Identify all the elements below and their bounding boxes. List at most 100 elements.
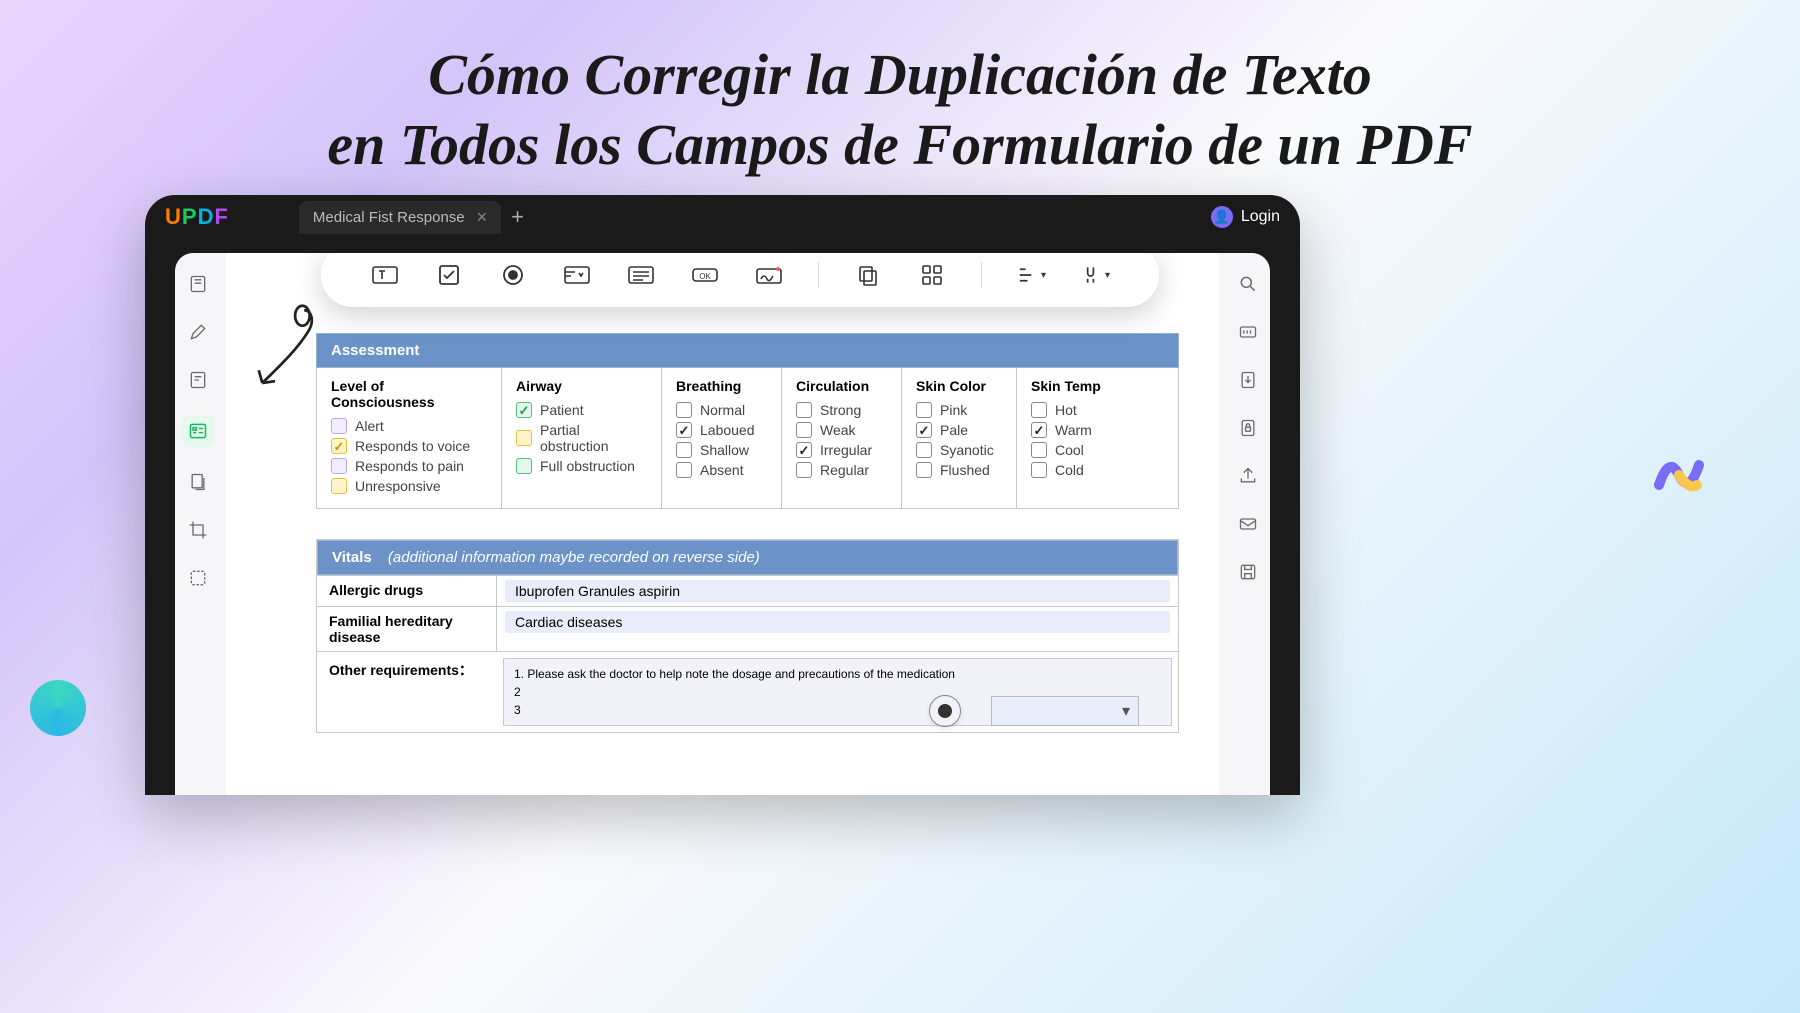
reader-icon[interactable] [185, 271, 211, 297]
workspace: OK ▾ ▾ Assessment Level of Consciousness… [175, 253, 1270, 795]
checkbox-icon[interactable] [516, 430, 532, 446]
document-tab[interactable]: Medical Fist Response × [299, 201, 501, 234]
svg-text:OK: OK [699, 272, 711, 281]
title-bar: UPDF Medical Fist Response × + 👤 Login [145, 195, 1300, 239]
email-icon[interactable] [1235, 511, 1261, 537]
signature-field-icon[interactable] [754, 262, 784, 288]
column-header: Skin Color [916, 378, 1002, 394]
vitals-header: Vitals (additional information maybe rec… [317, 540, 1178, 575]
app-logo: UPDF [165, 204, 229, 230]
ocr-icon[interactable] [1235, 319, 1261, 345]
checkbox-label: Pale [940, 422, 968, 438]
checkbox-row[interactable]: Irregular [796, 442, 887, 458]
duplicate-icon[interactable] [853, 262, 883, 288]
left-toolbar [175, 253, 220, 795]
save-icon[interactable] [1235, 559, 1261, 585]
checkbox-row[interactable]: Unresponsive [331, 478, 487, 494]
decorative-squiggle-icon [1649, 445, 1705, 501]
checkbox-row[interactable]: Patient [516, 402, 647, 418]
radio-button-icon[interactable] [498, 262, 528, 288]
checkbox-icon[interactable] [434, 262, 464, 288]
document-canvas: OK ▾ ▾ Assessment Level of Consciousness… [226, 253, 1219, 795]
checkbox-icon[interactable] [916, 442, 932, 458]
checkbox-row[interactable]: Weak [796, 422, 887, 438]
new-tab-button[interactable]: + [511, 204, 524, 230]
checkbox-label: Flushed [940, 462, 990, 478]
redact-icon[interactable] [185, 565, 211, 591]
checkbox-icon[interactable] [796, 402, 812, 418]
pages-icon[interactable] [185, 469, 211, 495]
checkbox-icon[interactable] [1031, 462, 1047, 478]
checkbox-icon[interactable] [676, 442, 692, 458]
checkbox-icon[interactable] [331, 478, 347, 494]
checkbox-label: Weak [820, 422, 856, 438]
form-widget-samples [929, 695, 1139, 727]
radio-sample[interactable] [929, 695, 961, 727]
checkbox-icon[interactable] [796, 422, 812, 438]
checkbox-icon[interactable] [331, 458, 347, 474]
checkbox-row[interactable]: Partial obstruction [516, 422, 647, 454]
vitals-row: Familial hereditary diseaseCardiac disea… [317, 606, 1178, 651]
checkbox-row[interactable]: Responds to pain [331, 458, 487, 474]
share-icon[interactable] [1235, 463, 1261, 489]
assessment-column: Skin TempHotWarmCoolCold [1017, 368, 1178, 508]
checkbox-icon[interactable] [916, 402, 932, 418]
list-box-icon[interactable] [626, 262, 656, 288]
checkbox-icon[interactable] [796, 442, 812, 458]
checkbox-row[interactable]: Strong [796, 402, 887, 418]
checkbox-icon[interactable] [796, 462, 812, 478]
text-field-icon[interactable] [370, 262, 400, 288]
checkbox-row[interactable]: Responds to voice [331, 438, 487, 454]
checkbox-icon[interactable] [676, 422, 692, 438]
close-icon[interactable]: × [477, 207, 488, 228]
checkbox-icon[interactable] [1031, 442, 1047, 458]
app-window: UPDF Medical Fist Response × + 👤 Login [145, 195, 1300, 795]
checkbox-row[interactable]: Absent [676, 462, 767, 478]
checkbox-row[interactable]: Flushed [916, 462, 1002, 478]
vitals-label: Allergic drugs [317, 576, 497, 606]
dropdown-icon[interactable] [562, 262, 592, 288]
checkbox-row[interactable]: Cold [1031, 462, 1164, 478]
search-icon[interactable] [1235, 271, 1261, 297]
checkbox-row[interactable]: Pale [916, 422, 1002, 438]
assessment-grid: Level of ConsciousnessAlertResponds to v… [316, 368, 1179, 509]
checkbox-row[interactable]: Laboued [676, 422, 767, 438]
toolbar-separator [818, 262, 819, 288]
checkbox-row[interactable]: Syanotic [916, 442, 1002, 458]
edit-text-icon[interactable] [185, 367, 211, 393]
checkbox-row[interactable]: Cool [1031, 442, 1164, 458]
checkbox-icon[interactable] [916, 462, 932, 478]
crop-icon[interactable] [185, 517, 211, 543]
checkbox-row[interactable]: Regular [796, 462, 887, 478]
convert-icon[interactable] [1235, 367, 1261, 393]
align-icon[interactable]: ▾ [1016, 262, 1046, 288]
checkbox-icon[interactable] [916, 422, 932, 438]
login-label: Login [1241, 208, 1280, 226]
form-mode-icon[interactable] [182, 415, 214, 447]
checkbox-icon[interactable] [331, 418, 347, 434]
checkbox-icon[interactable] [331, 438, 347, 454]
checkbox-icon[interactable] [1031, 402, 1047, 418]
checkbox-icon[interactable] [676, 462, 692, 478]
checkbox-icon[interactable] [1031, 422, 1047, 438]
checkbox-row[interactable]: Shallow [676, 442, 767, 458]
checkbox-row[interactable]: Normal [676, 402, 767, 418]
checkbox-icon[interactable] [676, 402, 692, 418]
grid-icon[interactable] [917, 262, 947, 288]
protect-icon[interactable] [1235, 415, 1261, 441]
highlighter-icon[interactable] [185, 319, 211, 345]
vitals-field[interactable]: Ibuprofen Granules aspirin [497, 576, 1178, 606]
vitals-field[interactable]: Cardiac diseases [497, 607, 1178, 651]
checkbox-row[interactable]: Full obstruction [516, 458, 647, 474]
checkbox-icon[interactable] [516, 402, 532, 418]
checkbox-row[interactable]: Alert [331, 418, 487, 434]
dropdown-sample[interactable] [991, 696, 1139, 726]
login-button[interactable]: 👤 Login [1211, 206, 1280, 228]
checkbox-row[interactable]: Pink [916, 402, 1002, 418]
checkbox-label: Cool [1055, 442, 1084, 458]
form-tools-icon[interactable]: ▾ [1080, 262, 1110, 288]
checkbox-row[interactable]: Warm [1031, 422, 1164, 438]
checkbox-row[interactable]: Hot [1031, 402, 1164, 418]
button-field-icon[interactable]: OK [690, 262, 720, 288]
checkbox-icon[interactable] [516, 458, 532, 474]
